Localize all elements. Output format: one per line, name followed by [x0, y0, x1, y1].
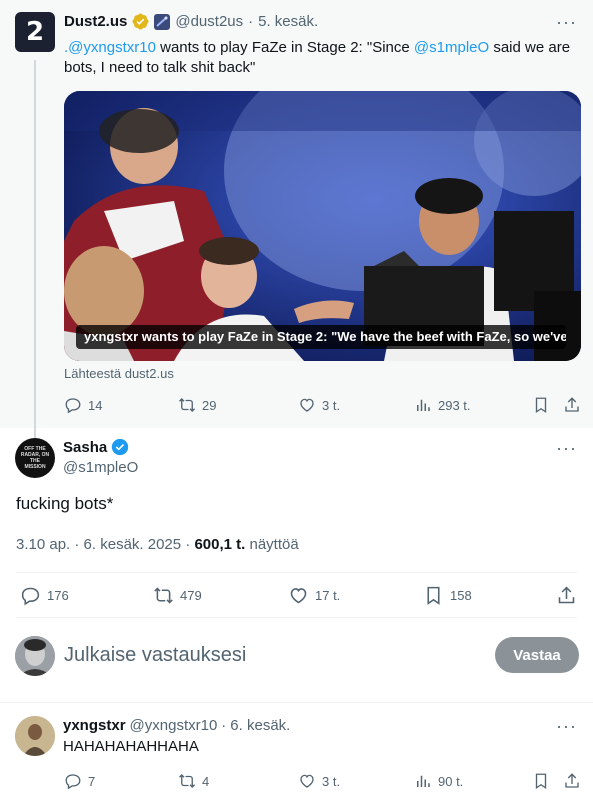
avatar-text: 2 [25, 17, 45, 47]
mention-link[interactable]: .@yxngstxr10 [64, 39, 156, 56]
display-name[interactable]: yxngstxr [63, 717, 126, 734]
like-icon [290, 588, 307, 604]
reply-icon [21, 587, 40, 606]
handle[interactable]: @s1mpleO [63, 459, 138, 476]
like-button[interactable]: 17 t. [288, 585, 340, 606]
tweet-meta: 3.10 ap. · 6. kesäk. 2025 · 600,1 t. näy… [16, 536, 299, 553]
timestamp[interactable]: 3.10 ap. · 6. kesäk. 2025 · [16, 536, 194, 553]
views-button[interactable]: 90 t. [414, 772, 463, 790]
media-image [64, 91, 581, 361]
bookmark-icon [427, 586, 440, 605]
retweet-count: 29 [202, 397, 217, 413]
reply-action-bar: 7 4 3 t. 90 t. [0, 770, 593, 794]
reply-input[interactable]: Julkaise vastauksesi [64, 644, 246, 667]
retweet-icon [179, 774, 195, 788]
media-card[interactable]: yxngstxr wants to play FaZe in Stage 2: … [64, 91, 581, 361]
like-icon [300, 398, 314, 412]
like-count: 3 t. [322, 397, 341, 413]
quoted-tweet-text: .@yxngstxr10 wants to play FaZe in Stage… [64, 38, 576, 78]
media-caption: yxngstxr wants to play FaZe in Stage 2: … [76, 325, 566, 349]
quoted-action-bar: 14 29 3 t. 293 t. [0, 394, 593, 418]
bookmark-button[interactable]: 158 [423, 585, 472, 606]
retweet-button[interactable]: 4 [178, 772, 209, 790]
retweet-count: 479 [180, 588, 202, 603]
avatar-text: OFF THE RADAR, ON THE MISSION [20, 446, 50, 470]
retweet-button[interactable]: 29 [178, 396, 216, 414]
handle[interactable]: @yxngstxr10 [130, 717, 218, 734]
thread-line [34, 60, 36, 438]
divider [16, 617, 577, 618]
source-link[interactable]: Lähteestä dust2.us [64, 366, 174, 381]
views-total: 600,1 t. [194, 536, 246, 553]
mention-link[interactable]: @s1mpleO [414, 39, 489, 56]
reply-count: 176 [47, 588, 69, 603]
more-icon[interactable]: ··· [556, 438, 577, 459]
share-icon [565, 397, 579, 412]
reply-tweet-text: HAHAHAHAHHAHA [63, 738, 199, 755]
sasha-avatar[interactable]: OFF THE RADAR, ON THE MISSION [15, 438, 55, 478]
reply-count: 14 [88, 397, 103, 413]
separator: · [221, 717, 227, 734]
more-icon[interactable]: ··· [556, 12, 577, 33]
reply-count: 7 [88, 773, 96, 789]
views-icon [417, 775, 430, 787]
views-label: näyttöä [245, 536, 299, 553]
views-count: 90 t. [438, 773, 464, 789]
divider [0, 702, 593, 703]
separator: · [248, 13, 254, 30]
quoted-tweet-header: Dust2.us @dust2us · 5. kesäk. [64, 13, 318, 30]
verified-icon [112, 438, 129, 456]
yxngstxr-avatar-image [15, 716, 55, 756]
reply-tweet-header: yxngstxr @yxngstxr10 · 6. kesäk. [63, 717, 290, 734]
tweet-date[interactable]: 6. kesäk. [230, 717, 290, 734]
like-button[interactable]: 3 t. [298, 772, 340, 790]
verified-gold-icon [132, 13, 149, 30]
retweet-count: 4 [202, 773, 210, 789]
like-count: 17 t. [315, 588, 341, 603]
reply-submit-button[interactable]: Vastaa [495, 637, 579, 673]
retweet-icon [154, 587, 173, 604]
bookmark-button[interactable] [532, 396, 550, 414]
like-icon [300, 774, 314, 788]
yxngstxr-avatar[interactable] [15, 716, 55, 756]
like-button[interactable]: 3 t. [298, 396, 340, 414]
more-icon[interactable]: ··· [556, 716, 577, 737]
reply-button[interactable]: 14 [64, 396, 102, 414]
main-tweet-text: fucking bots* [16, 494, 114, 513]
bookmark-count: 158 [450, 588, 472, 603]
views-icon [417, 399, 430, 411]
display-name[interactable]: Sasha [63, 439, 107, 456]
views-button[interactable]: 293 t. [414, 396, 471, 414]
reply-icon [65, 774, 81, 790]
views-count: 293 t. [438, 397, 471, 413]
reply-icon [65, 398, 81, 414]
bookmark-button[interactable] [532, 772, 550, 790]
share-icon [565, 773, 579, 788]
share-button[interactable] [556, 585, 577, 606]
like-count: 3 t. [322, 773, 341, 789]
affiliate-badge-icon [154, 13, 171, 30]
retweet-button[interactable]: 479 [153, 585, 202, 606]
bookmark-icon [535, 397, 547, 414]
dust2us-avatar[interactable]: 2 [15, 12, 55, 52]
main-tweet-name[interactable]: Sasha [63, 438, 129, 456]
share-button[interactable] [563, 772, 581, 790]
user-avatar-image [15, 636, 55, 676]
tweet-date[interactable]: 5. kesäk. [258, 13, 318, 30]
reply-button[interactable]: 176 [20, 585, 69, 606]
handle[interactable]: @dust2us [175, 13, 243, 30]
display-name[interactable]: Dust2.us [64, 13, 127, 30]
bookmark-icon [535, 773, 547, 790]
share-icon [558, 586, 575, 604]
reply-button[interactable]: 7 [64, 772, 95, 790]
divider [16, 572, 577, 573]
share-button[interactable] [563, 396, 581, 414]
user-avatar[interactable] [15, 636, 55, 676]
main-action-bar: 176 479 17 t. 158 [0, 583, 593, 607]
text-segment: wants to play FaZe in Stage 2: "Since [155, 39, 414, 56]
retweet-icon [179, 398, 195, 412]
